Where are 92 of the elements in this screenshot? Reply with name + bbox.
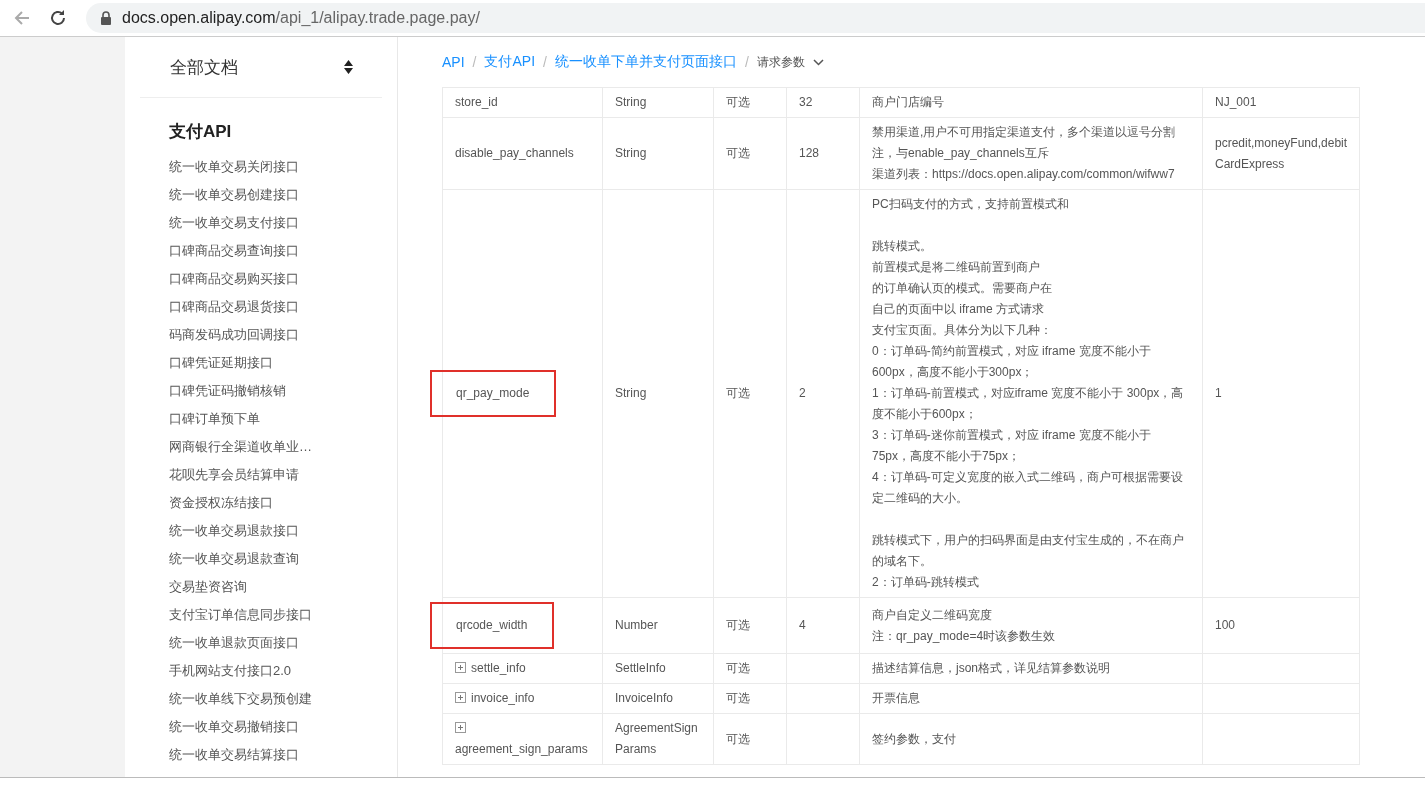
max-length: 128 <box>799 146 820 160</box>
sidebar-item[interactable]: 统一收单交易支付接口 <box>125 209 397 237</box>
sort-icon[interactable] <box>344 60 353 74</box>
sidebar-item[interactable]: 统一收单交易退款接口 <box>125 517 397 545</box>
example-value: NJ_001 <box>1215 95 1257 109</box>
section-title: 支付API <box>169 121 232 143</box>
description-line: 4：订单码-可定义宽度的嵌入式二维码，商户可根据需要设 <box>872 469 1184 486</box>
sidebar-item[interactable]: 统一收单交易关闭接口 <box>125 153 397 181</box>
description-line: 75px，高度不能小于75px； <box>872 448 1022 465</box>
param-name: disable_pay_channels <box>455 146 574 160</box>
description-line: 0：订单码-简约前置模式，对应 iframe 宽度不能小于 <box>872 343 1152 360</box>
sidebar-item[interactable]: 口碑订单预下单 <box>125 405 397 433</box>
description-line: 签约参数，支付 <box>872 730 957 748</box>
description-line: 开票信息 <box>872 690 921 707</box>
description-line: 描述结算信息，json格式，详见结算参数说明 <box>872 660 1111 677</box>
chevron-down-icon[interactable] <box>812 58 824 66</box>
description-line: 前置模式是将二维码前置到商户 <box>872 259 1041 276</box>
sidebar-item[interactable]: 网商银行全渠道收单业… <box>125 433 397 461</box>
description-line: 的订单确认页的模式。需要商户在 <box>872 280 1053 297</box>
param-name: qr_pay_mode <box>456 386 530 400</box>
breadcrumb-separator: / <box>543 54 547 70</box>
sidebar-item[interactable]: 统一收单线下交易预创建 <box>125 685 397 713</box>
sidebar-item[interactable]: 花呗先享会员结算申请 <box>125 461 397 489</box>
example-value: pcredit,moneyFund,debit CardExpress <box>1215 135 1348 171</box>
breadcrumb-separator: / <box>744 54 749 70</box>
expand-icon[interactable] <box>455 662 466 673</box>
sidebar-item[interactable]: 资金授权冻结接口 <box>125 489 397 517</box>
required-label: 可选 <box>726 146 750 160</box>
description-line: PC扫码支付的方式，支持前置模式和 <box>872 196 1070 213</box>
sidebar-item[interactable]: 统一收单交易创建接口 <box>125 181 397 209</box>
example-value: 100 <box>1215 618 1236 632</box>
max-length: 4 <box>799 618 806 632</box>
sidebar-item[interactable]: 口碑凭证延期接口 <box>125 349 397 377</box>
param-type: String <box>615 95 647 109</box>
required-label: 可选 <box>726 691 750 705</box>
required-label: 可选 <box>726 661 750 675</box>
param-type: SettleInfo <box>615 661 666 675</box>
sidebar-item[interactable]: 手机网站支付接口2.0 <box>125 657 397 685</box>
url-text: docs.open.alipay.com/api_1/alipay.trade.page.pay/ <box>122 9 480 27</box>
sidebar-item[interactable]: 口碑商品交易查询接口 <box>125 237 397 265</box>
param-type: String <box>615 386 647 400</box>
lock-icon <box>100 11 112 25</box>
description-line: 度不能小于600px； <box>872 406 978 423</box>
param-name: agreement_sign_params <box>455 742 588 756</box>
description-line: 禁用渠道,用户不可用指定渠道支付，多个渠道以逗号分割 <box>872 124 1177 141</box>
sidebar-title: 全部文档 <box>170 56 238 79</box>
param-name: invoice_info <box>471 691 535 705</box>
sidebar-item[interactable]: 统一收单退款页面接口 <box>125 629 397 657</box>
description-line: 注，与enable_pay_channels互斥 <box>872 145 1050 162</box>
sidebar-item[interactable]: 统一收单交易结算接口 <box>125 741 397 769</box>
required-label: 可选 <box>726 95 750 109</box>
param-type: AgreementSign Params <box>615 721 698 756</box>
sidebar-item[interactable]: 支付宝订单信息同步接口 <box>125 601 397 629</box>
reload-icon[interactable] <box>48 8 68 28</box>
sidebar-item[interactable]: 统一收单交易撤销接口 <box>125 713 397 741</box>
description-line: 1：订单码-前置模式，对应iframe 宽度不能小于 300px，高 <box>872 385 1185 402</box>
sidebar-item[interactable]: 交易垫资咨询 <box>125 573 397 601</box>
description-line: 商户自定义二维码宽度 <box>872 606 993 624</box>
description-line: 跳转模式下，用户的扫码界面是由支付宝生成的，不在商户 <box>872 532 1185 549</box>
description-line: 定二维码的大小。 <box>872 490 969 507</box>
sidebar-item[interactable]: 口碑商品交易退货接口 <box>125 293 397 321</box>
breadcrumb-dropdown[interactable]: 请求参数 <box>756 53 824 71</box>
description-line: 跳转模式。 <box>872 238 933 255</box>
required-label: 可选 <box>726 731 750 746</box>
address-bar[interactable]: docs.open.alipay.com/api_1/alipay.trade.page.pay/ <box>86 3 1425 33</box>
description-line: 600px，高度不能小于300px； <box>872 364 1035 381</box>
expand-icon[interactable] <box>455 692 466 703</box>
description-line: 3：订单码-迷你前置模式，对应 iframe 宽度不能小于 <box>872 427 1152 444</box>
max-length: 32 <box>799 95 813 109</box>
description-line: 商户门店编号 <box>872 94 945 111</box>
example-value: 1 <box>1215 386 1222 400</box>
description-line: 的域名下。 <box>872 553 933 570</box>
sidebar-item[interactable]: 码商发码成功回调接口 <box>125 321 397 349</box>
param-name: store_id <box>455 95 498 109</box>
sidebar-item[interactable]: 口碑凭证码撤销核销 <box>125 377 397 405</box>
param-name: settle_info <box>471 661 526 675</box>
param-type: String <box>615 146 647 160</box>
breadcrumb-separator: / <box>472 54 477 70</box>
max-length: 2 <box>799 386 806 400</box>
sidebar-item[interactable]: 统一收单交易退款查询 <box>125 545 397 573</box>
param-type: InvoiceInfo <box>615 691 674 705</box>
description-line: 2：订单码-跳转模式 <box>872 574 980 591</box>
description-line: 自己的页面中以 iframe 方式请求 <box>872 301 1045 318</box>
description-line: 注：qr_pay_mode=4时该参数生效 <box>872 627 1057 645</box>
required-label: 可选 <box>726 386 750 400</box>
sidebar-item[interactable]: 口碑商品交易购买接口 <box>125 265 397 293</box>
description-line: 渠道列表：https://docs.open.alipay.com/common/wifww7 <box>872 166 1176 183</box>
param-name: qrcode_width <box>456 618 528 632</box>
expand-icon[interactable] <box>455 722 466 733</box>
description-line: 支付宝页面。具体分为以下几种： <box>872 322 1053 339</box>
required-label: 可选 <box>726 618 750 632</box>
param-type: Number <box>615 618 658 632</box>
